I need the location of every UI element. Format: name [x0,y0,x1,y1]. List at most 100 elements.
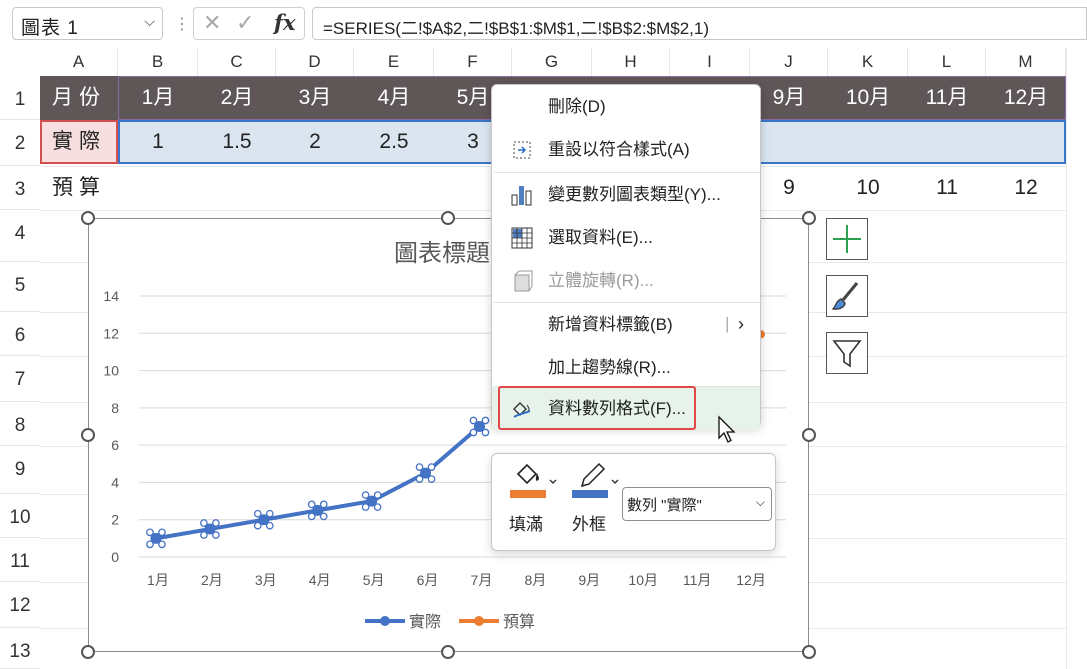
cell-actual[interactable]: 1 [118,120,198,164]
selection-marker [146,528,154,537]
column-header-h[interactable]: H [592,48,670,76]
chart-title: 圖表標題 [394,240,490,267]
row-header-7[interactable]: 7 [0,356,40,402]
row-header-4[interactable]: 4 [0,210,40,262]
series-dropdown[interactable]: 數列 "實際" ⌵ [622,487,772,521]
selection-marker [307,512,316,521]
column-header-c[interactable]: C [198,48,276,76]
cell-actual[interactable]: 1.5 [198,120,276,164]
cell-budget[interactable]: 12 [986,166,1066,210]
chart-styles-button[interactable] [826,275,868,317]
selection-marker [146,540,154,549]
column-header-b[interactable]: B [118,48,198,76]
cell-actual[interactable]: 2 [276,120,354,164]
menu-item-reset-style[interactable]: 重設以符合樣式(A) [492,128,760,171]
row-header-3[interactable]: 3 [0,166,40,210]
cell-budget[interactable]: 10 [828,166,908,210]
resize-handle[interactable] [802,428,816,442]
cell-actual[interactable]: 2.5 [354,120,434,164]
y-tick-label: 6 [111,437,119,453]
cell-month[interactable]: 2月 [198,76,276,120]
resize-handle[interactable] [802,645,816,659]
select-all-corner[interactable] [0,48,40,76]
chevron-down-icon[interactable]: ⌵ [144,13,156,30]
resize-handle[interactable] [81,211,95,225]
select-data-icon [511,227,533,249]
cell-month[interactable]: 10月 [828,76,908,120]
resize-handle[interactable] [802,211,816,225]
column-header-a[interactable]: A [40,48,118,76]
row-header-1[interactable]: 1 [0,76,40,120]
row-header-10[interactable]: 10 [0,494,40,538]
column-header-m[interactable]: M [986,48,1066,76]
row-header-12[interactable]: 12 [0,582,40,628]
chart-type-icon [511,186,532,206]
cell-a3[interactable]: 預算 [40,166,118,210]
brush-icon [831,282,859,310]
column-header-d[interactable]: D [276,48,354,76]
x-tick-label: 8月 [524,572,546,588]
menu-label: 新增資料標籤(B) [548,315,673,334]
cell-budget[interactable]: 11 [908,166,986,210]
y-tick-label: 8 [111,400,119,416]
row-header-5[interactable]: 5 [0,262,40,312]
menu-item-add-data-labels[interactable]: 新增資料標籤(B) | › [492,303,760,346]
cell-month[interactable]: 4月 [354,76,434,120]
x-tick-label: 6月 [417,572,439,588]
menu-item-add-trendline[interactable]: 加上趨勢線(R)... [492,346,760,389]
enter-icon[interactable]: ✓ [236,10,254,36]
insert-function-icon[interactable]: fx [274,10,296,35]
resize-handle[interactable] [81,645,95,659]
reset-style-icon [513,141,531,159]
column-header-e[interactable]: E [354,48,434,76]
column-header-g[interactable]: G [512,48,592,76]
plus-icon [833,225,861,253]
column-header-l[interactable]: L [908,48,986,76]
cell-a2[interactable]: 實際 [40,120,118,164]
name-box[interactable]: 圖表 1 ⌵ [12,7,163,40]
formula-input[interactable]: =SERIES(二!$A$2,二!$B$1:$M$1,二!$B$2:$M$2,1… [312,7,1087,40]
row-header-8[interactable]: 8 [0,402,40,446]
3d-rotation-icon [514,270,533,292]
cell-budget[interactable]: 9 [750,166,828,210]
column-header-j[interactable]: J [750,48,828,76]
x-tick-label: 2月 [201,572,223,588]
chevron-down-icon[interactable] [611,479,619,484]
chart-filters-button[interactable] [826,332,868,374]
row-header-11[interactable]: 11 [0,538,40,582]
cell-month[interactable]: 11月 [908,76,986,120]
x-tick-label: 1月 [147,572,169,588]
cancel-icon[interactable]: ✕ [203,10,221,36]
selection-marker [307,500,316,509]
outline-button[interactable] [572,460,622,504]
legend-label-actual: 實際 [409,612,441,631]
cell-a1[interactable]: 月份 [40,76,118,120]
y-tick-label: 12 [103,325,119,341]
menu-item-change-chart-type[interactable]: 變更數列圖表類型(Y)... [492,173,760,216]
cell-month[interactable]: 12月 [986,76,1066,120]
resize-handle[interactable] [441,645,455,659]
more-options-icon[interactable]: ⋮ [174,14,190,34]
column-header-k[interactable]: K [828,48,908,76]
column-header-i[interactable]: I [670,48,750,76]
row-header-6[interactable]: 6 [0,312,40,356]
row-header-2[interactable]: 2 [0,120,40,166]
menu-label: 變更數列圖表類型(Y)... [548,185,721,204]
chart-elements-button[interactable] [826,218,868,260]
selection-marker [361,491,370,499]
row-header-9[interactable]: 9 [0,446,40,494]
cell-month[interactable]: 1月 [118,76,198,120]
column-header-f[interactable]: F [434,48,512,76]
resize-handle[interactable] [81,428,95,442]
chevron-down-icon[interactable] [549,479,557,484]
menu-item-delete[interactable]: 刪除(D) [492,85,760,128]
y-tick-label: 4 [111,474,119,490]
selection-marker [373,491,382,499]
x-tick-label: 12月 [736,572,766,588]
cell-month[interactable]: 3月 [276,76,354,120]
row-header-13[interactable]: 13 [0,628,40,669]
menu-item-select-data[interactable]: 選取資料(E)... [492,216,760,259]
fill-button[interactable] [510,460,564,504]
cell-month[interactable]: 9月 [750,76,828,120]
resize-handle[interactable] [441,211,455,225]
